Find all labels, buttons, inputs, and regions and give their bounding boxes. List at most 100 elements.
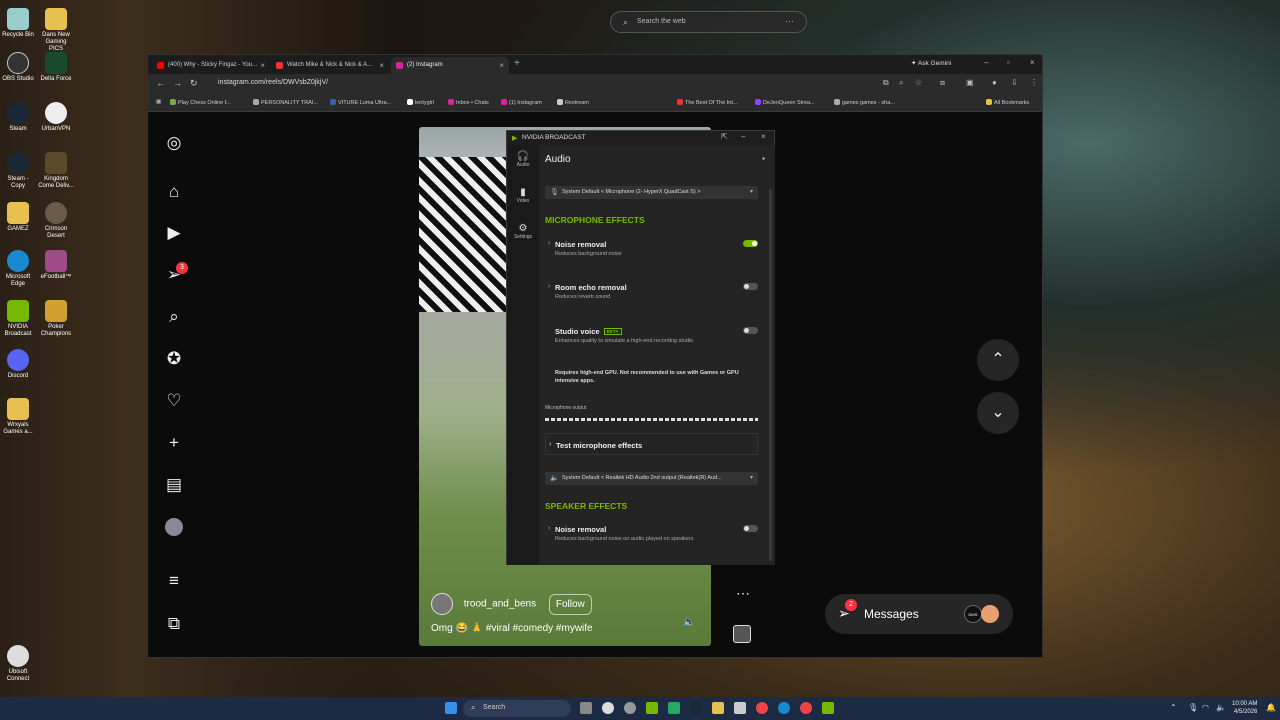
- delta-force-icon[interactable]: Delta Force: [38, 52, 74, 83]
- tab-youtube[interactable]: (400) Why - Sticky Fingaz - You... ×: [152, 57, 270, 74]
- downloads-icon[interactable]: ⇩: [1011, 78, 1018, 87]
- clock[interactable]: 10:00 AM 4/5/2026: [1232, 700, 1257, 716]
- chevron-up-icon[interactable]: ⌃: [1170, 703, 1177, 712]
- search-icon[interactable]: ⌕: [164, 307, 184, 327]
- profile-icon[interactable]: ●: [992, 78, 997, 87]
- test-mic-effects-button[interactable]: › Test microphone effects: [545, 433, 758, 455]
- crimson-desert-icon[interactable]: Crimson Desert: [38, 202, 74, 240]
- speaker-noise-toggle[interactable]: [743, 525, 758, 532]
- room-echo-toggle[interactable]: [743, 283, 758, 290]
- more-options-icon[interactable]: ⋯: [736, 585, 750, 602]
- file-explorer-icon[interactable]: [712, 702, 724, 714]
- bookmark-item[interactable]: Restream: [557, 99, 589, 106]
- chevron-right-icon[interactable]: ›: [548, 283, 550, 290]
- all-bookmarks[interactable]: All Bookmarks: [986, 99, 1029, 106]
- tab-watch[interactable]: Watch Mike & Nick & Nick & A... ×: [271, 57, 389, 74]
- nav-settings[interactable]: ⚙ Settings: [507, 223, 539, 240]
- next-reel-button[interactable]: ⌄: [977, 392, 1019, 434]
- speaker-device-select[interactable]: 🔈 System Default < Realtek HD Audio 2nd …: [545, 472, 758, 485]
- volume-icon[interactable]: 🔈: [1216, 703, 1226, 712]
- steam-copy-icon[interactable]: Steam - Copy: [0, 152, 36, 190]
- scrollbar[interactable]: [769, 189, 772, 561]
- obs-icon[interactable]: [602, 702, 614, 714]
- nvidia-broadcast-icon[interactable]: NVIDIA Broadcast: [0, 300, 36, 338]
- back-icon[interactable]: ←: [156, 78, 165, 88]
- games-folder-icon[interactable]: Wrxyals Games a...: [0, 398, 36, 436]
- bookmark-item[interactable]: Inbox • Chats: [448, 99, 489, 106]
- gamez-folder-icon[interactable]: GAMEZ: [0, 202, 36, 233]
- follow-button[interactable]: Follow: [548, 593, 592, 615]
- recycle-bin-icon[interactable]: Recycle Bin: [0, 8, 36, 39]
- instagram-logo-icon[interactable]: ◎: [164, 133, 184, 153]
- extensions-icon[interactable]: ⧈: [940, 78, 945, 88]
- efootball-icon[interactable]: eFootball™: [38, 250, 74, 281]
- obs-icon[interactable]: OBS Studio: [0, 52, 36, 83]
- more-icon[interactable]: ⋯: [785, 16, 794, 27]
- chevron-right-icon[interactable]: ›: [548, 240, 550, 247]
- chevron-right-icon[interactable]: ›: [548, 525, 550, 532]
- folder-icon[interactable]: Dans New Gaming PICS: [38, 8, 74, 53]
- reel-username[interactable]: trood_and_bens: [464, 599, 536, 610]
- sidepanel-icon[interactable]: ▣: [966, 78, 974, 87]
- tab-instagram[interactable]: (2) Instagram ×: [391, 57, 509, 74]
- bookmark-item[interactable]: DeJenQueen Strea...: [755, 99, 815, 106]
- discord-icon[interactable]: Discord: [0, 349, 36, 380]
- studio-voice-toggle[interactable]: [743, 327, 758, 334]
- notifications-icon[interactable]: 🔔: [1266, 703, 1276, 712]
- start-icon[interactable]: [445, 702, 457, 714]
- hamburger-menu-icon[interactable]: ≡: [164, 571, 184, 591]
- nvidia-broadcast-icon[interactable]: [822, 702, 834, 714]
- edge-icon[interactable]: Microsoft Edge: [0, 250, 36, 288]
- bookmark-item[interactable]: lentyglrl: [407, 99, 434, 106]
- avatar[interactable]: [431, 593, 453, 615]
- minimize-icon[interactable]: –: [741, 132, 745, 141]
- cast-icon[interactable]: ⧉: [883, 78, 889, 88]
- menu-icon[interactable]: ⋮: [1030, 78, 1038, 87]
- settings-icon[interactable]: [624, 702, 636, 714]
- kingdom-come-icon[interactable]: Kingdom Come Deliv...: [38, 152, 74, 190]
- microphone-device-select[interactable]: 🎙 System Default < Microphone (2- HyperX…: [545, 186, 758, 199]
- sound-icon[interactable]: 🔈: [683, 617, 695, 628]
- ask-gemini-button[interactable]: ✦ Ask Gemini: [911, 59, 951, 67]
- avatar[interactable]: [164, 517, 184, 537]
- task-view-icon[interactable]: [580, 702, 592, 714]
- explore-icon[interactable]: ✪: [164, 349, 184, 369]
- nvidia-icon[interactable]: [646, 702, 658, 714]
- more-apps-icon[interactable]: ⧉: [164, 614, 184, 634]
- url-field[interactable]: instagram.com/reels/DWVsbZ0jkjV/: [218, 79, 328, 86]
- bookmark-star-icon[interactable]: ☆: [915, 78, 922, 87]
- feedback-icon[interactable]: ▪: [762, 154, 765, 163]
- bookmark-item[interactable]: PERSONALITY TRAI...: [253, 99, 318, 106]
- chrome-icon[interactable]: [800, 702, 812, 714]
- maximize-icon[interactable]: ▫: [1007, 58, 1010, 67]
- bookmark-item[interactable]: VITURE Luma Ultra...: [330, 99, 391, 106]
- apps-icon[interactable]: ▦: [156, 99, 161, 105]
- urbanvpn-icon[interactable]: UrbanVPN: [38, 102, 74, 133]
- close-tab-icon[interactable]: ×: [379, 61, 384, 70]
- noise-removal-toggle[interactable]: [743, 240, 758, 247]
- zoom-icon[interactable]: ⌕: [899, 78, 903, 88]
- create-icon[interactable]: +: [164, 433, 184, 453]
- new-tab-icon[interactable]: +: [514, 58, 520, 69]
- messages-button[interactable]: ➢ 2 Messages DMS: [825, 594, 1013, 634]
- edge-icon[interactable]: [778, 702, 790, 714]
- close-icon[interactable]: ×: [761, 132, 766, 141]
- heart-icon[interactable]: ♡: [164, 391, 184, 411]
- nav-audio[interactable]: 🎧 Audio: [507, 151, 539, 168]
- bookmark-item[interactable]: Play Chess Online f...: [170, 99, 231, 106]
- steam-icon[interactable]: [690, 702, 702, 714]
- bookmark-item[interactable]: games games - sha...: [834, 99, 895, 106]
- home-icon[interactable]: ⌂: [164, 182, 184, 202]
- close-tab-icon[interactable]: ×: [260, 61, 265, 70]
- previous-reel-button[interactable]: ⌃: [977, 339, 1019, 381]
- steam-icon[interactable]: Steam: [0, 102, 36, 133]
- close-tab-icon[interactable]: ×: [499, 61, 504, 70]
- minimize-icon[interactable]: –: [984, 58, 988, 67]
- close-window-icon[interactable]: ×: [1030, 58, 1035, 67]
- microphone-icon[interactable]: 🎙: [1188, 703, 1198, 712]
- reels-icon[interactable]: ▶: [164, 223, 184, 243]
- forward-icon[interactable]: →: [173, 78, 182, 88]
- desktop-search-bar[interactable]: ⌕ Search the web ⋯: [610, 11, 807, 33]
- reload-icon[interactable]: ↻: [190, 78, 198, 89]
- bookmark-item[interactable]: The Best Of The Int...: [677, 99, 737, 106]
